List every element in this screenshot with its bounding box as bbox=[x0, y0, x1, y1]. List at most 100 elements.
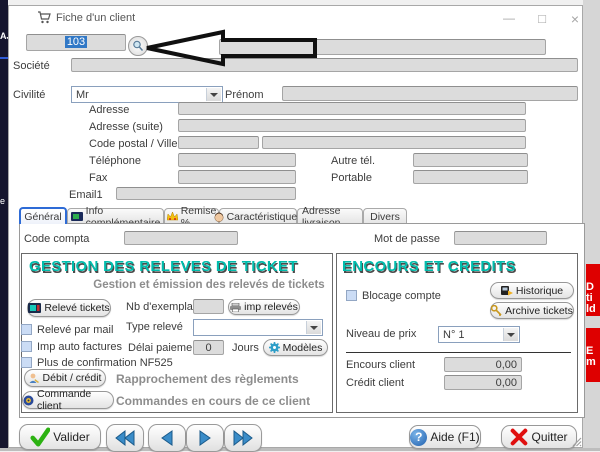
delai-paiement-label: Délai paiement bbox=[128, 342, 201, 354]
jours-label: Jours bbox=[232, 342, 259, 354]
blocage-compte-checkbox[interactable] bbox=[346, 290, 357, 301]
previous-record-icon bbox=[159, 429, 175, 447]
discount-icon bbox=[167, 212, 178, 221]
adresse-suite-field[interactable] bbox=[178, 119, 526, 132]
next-record-icon bbox=[197, 429, 213, 447]
code-postal-ville-label: Code postal / Ville bbox=[89, 138, 177, 150]
next-record-button[interactable] bbox=[186, 424, 224, 452]
adresse-suite-label: Adresse (suite) bbox=[89, 121, 163, 133]
close-icon[interactable]: × bbox=[565, 11, 585, 27]
archive-tickets-button[interactable]: Archive tickets bbox=[490, 302, 574, 319]
info-card-icon bbox=[71, 212, 83, 221]
printer-icon bbox=[230, 303, 241, 312]
prenom-field[interactable] bbox=[282, 86, 578, 101]
gear-icon bbox=[269, 342, 280, 353]
background-red-button[interactable]: E m bbox=[586, 328, 600, 382]
maximize-icon[interactable]: □ bbox=[532, 11, 552, 26]
releve-par-mail-checkbox[interactable] bbox=[21, 324, 32, 335]
order-icon bbox=[23, 395, 34, 406]
previous-record-button[interactable] bbox=[148, 424, 186, 452]
resize-grip[interactable] bbox=[572, 437, 582, 447]
civilite-select[interactable]: Mr bbox=[71, 86, 223, 103]
tab-remise[interactable]: Remise % bbox=[164, 208, 219, 224]
minimize-icon[interactable]: — bbox=[499, 11, 519, 25]
rapprochement-text: Rapprochement des règlements bbox=[116, 372, 299, 386]
annotation-arrow-icon bbox=[141, 28, 321, 68]
niveau-prix-value: N° 1 bbox=[443, 329, 465, 341]
receipt-machine-icon bbox=[28, 303, 41, 313]
tab-info-complementaire[interactable]: Info complémentaire bbox=[67, 208, 164, 224]
tab-divers[interactable]: Divers bbox=[363, 208, 407, 224]
background-right-strip: D ti ld E m bbox=[583, 0, 600, 451]
chevron-down-icon[interactable] bbox=[306, 321, 321, 334]
quit-icon bbox=[510, 428, 528, 446]
email1-label: Email1 bbox=[69, 189, 103, 201]
chevron-down-icon[interactable] bbox=[503, 328, 518, 341]
tickets-section-subtitle: Gestion et émission des relevés de ticke… bbox=[89, 279, 329, 291]
background-text-fragment: e bbox=[0, 196, 5, 206]
telephone-field[interactable] bbox=[178, 153, 296, 167]
tickets-section-title: GESTION DES RELEVES DE TICKET bbox=[29, 258, 298, 275]
autre-tel-field[interactable] bbox=[413, 153, 528, 167]
telephone-label: Téléphone bbox=[89, 155, 141, 167]
tab-general[interactable]: Général bbox=[19, 207, 67, 224]
type-releve-label: Type relevé bbox=[126, 321, 183, 333]
key-icon bbox=[491, 305, 502, 316]
encours-divider bbox=[346, 352, 571, 353]
first-record-icon bbox=[114, 429, 136, 447]
valider-button[interactable]: Valider bbox=[19, 424, 101, 450]
portable-field[interactable] bbox=[413, 170, 528, 184]
imp-auto-factures-checkbox[interactable] bbox=[21, 341, 32, 352]
niveau-prix-label: Niveau de prix bbox=[346, 328, 416, 340]
modeles-button[interactable]: Modèles bbox=[263, 339, 328, 356]
civilite-label: Civilité bbox=[13, 89, 45, 101]
title-bar[interactable]: Fiche d'un client — □ × bbox=[9, 6, 582, 29]
portable-label: Portable bbox=[331, 172, 372, 184]
quitter-button[interactable]: Quitter bbox=[501, 425, 577, 449]
adresse-field[interactable] bbox=[178, 102, 526, 115]
nf525-label: Plus de confirmation NF525 bbox=[37, 357, 173, 369]
imp-auto-factures-label: Imp auto factures bbox=[37, 341, 122, 353]
autre-tel-label: Autre tél. bbox=[331, 155, 375, 167]
background-red-button[interactable]: D ti ld bbox=[586, 264, 600, 316]
last-record-button[interactable] bbox=[224, 424, 262, 452]
face-icon bbox=[214, 212, 224, 222]
window-title: Fiche d'un client bbox=[56, 12, 135, 24]
delai-paiement-field[interactable]: 0 bbox=[193, 340, 224, 355]
fax-field[interactable] bbox=[178, 170, 296, 184]
code-postal-field[interactable] bbox=[178, 136, 259, 149]
niveau-prix-select[interactable]: N° 1 bbox=[438, 326, 520, 343]
encours-client-field: 0,00 bbox=[444, 357, 522, 372]
last-record-icon bbox=[232, 429, 254, 447]
historique-button[interactable]: Historique bbox=[490, 282, 574, 299]
code-compta-label: Code compta bbox=[24, 233, 89, 245]
fax-label: Fax bbox=[89, 172, 107, 184]
client-number-field[interactable]: 103 bbox=[26, 34, 126, 51]
commandes-text: Commandes en cours de ce client bbox=[116, 394, 310, 408]
tab-adresse-livraison[interactable]: Adresse livraison bbox=[297, 208, 363, 224]
imp-releves-button[interactable]: imp relevés bbox=[228, 299, 300, 315]
adresse-label: Adresse bbox=[89, 104, 129, 116]
debit-credit-button[interactable]: Débit / crédit bbox=[24, 369, 106, 387]
civilite-value: Mr bbox=[76, 89, 89, 101]
prenom-label: Prénom bbox=[225, 89, 264, 101]
ville-field[interactable] bbox=[262, 136, 526, 149]
credit-client-field: 0,00 bbox=[444, 375, 522, 390]
societe-label: Société bbox=[13, 60, 50, 72]
mot-de-passe-field[interactable] bbox=[454, 231, 547, 245]
email1-field[interactable] bbox=[116, 187, 296, 200]
type-releve-select[interactable] bbox=[193, 319, 323, 336]
blocage-compte-label: Blocage compte bbox=[362, 290, 441, 302]
nf525-checkbox[interactable] bbox=[21, 357, 32, 368]
credit-client-label: Crédit client bbox=[346, 377, 404, 389]
releve-tickets-button[interactable]: Relevé tickets bbox=[27, 299, 111, 317]
first-record-button[interactable] bbox=[106, 424, 144, 452]
code-compta-field[interactable] bbox=[124, 231, 238, 245]
aide-button[interactable]: ? Aide (F1) bbox=[409, 425, 481, 449]
person-icon bbox=[29, 373, 40, 384]
chevron-down-icon[interactable] bbox=[206, 88, 221, 101]
encours-client-label: Encours client bbox=[346, 359, 415, 371]
commande-client-button[interactable]: Commande client bbox=[22, 391, 114, 409]
tab-caracteristiques[interactable]: Caractéristiques bbox=[219, 208, 297, 224]
nb-exemplaires-field[interactable] bbox=[193, 299, 224, 314]
